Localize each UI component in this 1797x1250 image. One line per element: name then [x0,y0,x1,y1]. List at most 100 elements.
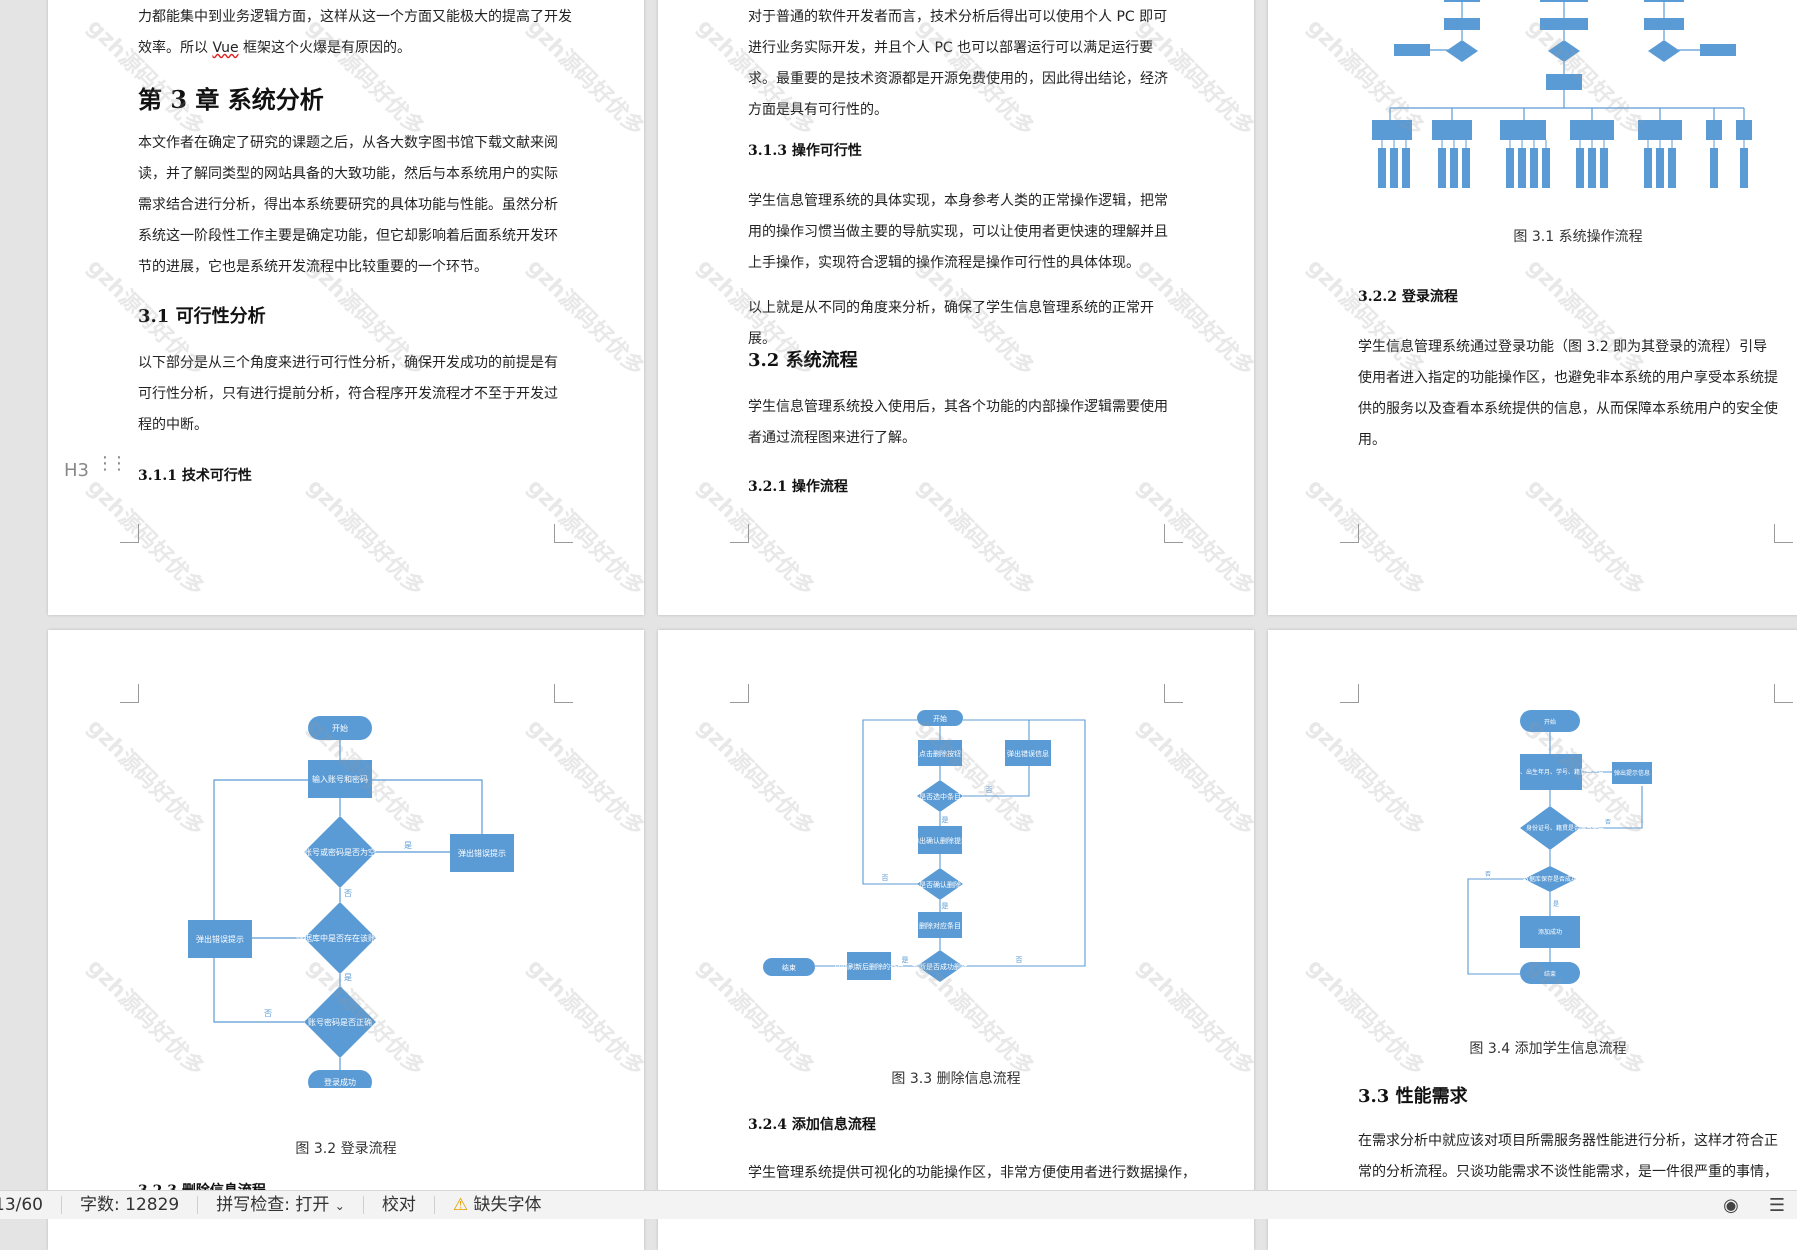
margin-corner-mark [120,684,139,703]
subsection-heading: 3.2.4 添加信息流程 [748,1117,876,1133]
end-node: 结束 [782,963,796,972]
branch-label: 否 [264,1009,272,1018]
process-node: 删除对应条目 [919,921,961,930]
margin-corner-mark [1340,684,1359,703]
branch-label: 是 [1553,901,1559,908]
decision-node: 数据库中是否存在该账号 [296,933,384,943]
process-node: 添加成功 [1538,928,1562,936]
page-view-icon[interactable]: ☰ [1757,1195,1797,1216]
margin-corner-mark [554,684,573,703]
decision-node: 账号密码是否正确 [308,1017,372,1027]
decision-node: 账号或密码是否为空 [304,847,376,857]
subsection-heading: 3.2.1 操作流程 [748,479,848,495]
paragraph: 对于普通的软件开发者而言，技术分析后得出可以使用个人 PC 即可进行业务实际开发… [748,9,1168,118]
intro-text: 力都能集中到业务逻辑方面，这样从这一个方面又能极大的提高了开发 效率。所以 Vu… [138,9,572,56]
system-operation-flowchart [1372,0,1752,188]
tree-leaf-node [1644,148,1652,188]
process-node: 页面刷新后删除的条目 [834,962,904,971]
tree-leaf-node [1588,148,1596,188]
tree-leaf-node [1530,148,1538,188]
heading-level-marker[interactable]: H3 [64,460,89,481]
branch-label: 否 [344,889,352,898]
margin-corner-mark [1164,684,1183,703]
branch-label: 是 [404,841,412,850]
error-node: 弹出错误提示 [196,934,244,944]
figure-caption: 图 3.2 登录流程 [295,1141,397,1157]
tree-leaf-node [1542,148,1550,188]
decision-node: 是否选中条目 [919,792,961,801]
tree-leaf-node [1668,148,1676,188]
input-node: 输入姓名、出生年月、学号、籍贯等信息 [1496,768,1604,776]
section-heading: 3.1 可行性分析 [138,306,266,327]
margin-corner-mark [554,524,573,543]
document-page-5: 开始 点击删除按钮 弹出错误信息 是否选中条目 弹出确认删除提示 是否确认删除 … [658,630,1254,1250]
error-node: 弹出提示信息 [1614,769,1650,777]
spell-check-toggle[interactable]: 拼写检查: 打开 ⌄ [198,1196,364,1214]
branch-label: 是 [344,973,352,982]
tree-leaf-node [1506,148,1514,188]
end-node: 结束 [1544,970,1556,978]
process-node: 点击删除按钮 [919,749,961,758]
start-node: 开始 [933,714,947,723]
section-heading: 3.2 系统流程 [748,350,858,371]
margin-corner-mark [1164,524,1183,543]
tree-leaf-node [1656,148,1664,188]
tree-leaf-node [1462,148,1470,188]
login-flowchart: 开始 输入账号和密码 账号或密码是否为空 弹出错误提示 数据库中是否存在该账号 … [188,716,514,1088]
start-node: 开始 [1544,718,1556,726]
document-page-1: 力都能集中到业务逻辑方面，这样从这一个方面又能极大的提高了开发 效率。所以 Vu… [48,0,644,615]
margin-corner-mark [120,524,139,543]
subsection-heading: 3.1.1 技术可行性 [138,468,252,484]
spell-error-word[interactable]: Vue [212,40,238,56]
branch-label: 否 [882,874,889,882]
tree-leaf-node [1438,148,1446,188]
chapter-title: 第 3 章 系统分析 [138,85,324,114]
document-page-2: 对于普通的软件开发者而言，技术分析后得出可以使用个人 PC 即可进行业务实际开发… [658,0,1254,615]
figure-caption: 图 3.4 添加学生信息流程 [1469,1041,1627,1057]
eye-icon[interactable]: ◉ [1705,1195,1757,1216]
paragraph: 本文作者在确定了研究的课题之后，从各大数字图书馆下载文献来阅读，并了解同类型的网… [138,135,558,275]
document-page-3: 图 3.1 系统操作流程 3.2.2 登录流程 学生信息管理系统通过登录功能（图… [1268,0,1797,615]
paragraph: 学生信息管理系统通过登录功能（图 3.2 即为其登录的流程）引导使用者进入指定的… [1358,339,1778,448]
tree-leaf-node [1740,148,1748,188]
branch-label: 否 [986,786,993,794]
document-page-6: 开始 输入姓名、出生年月、学号、籍贯等信息 弹出提示信息 判断姓名、身份证号、籍… [1268,630,1797,1250]
figure-caption: 图 3.3 删除信息流程 [891,1071,1021,1087]
add-student-flowchart: 开始 输入姓名、出生年月、学号、籍贯等信息 弹出提示信息 判断姓名、身份证号、籍… [1467,710,1652,984]
margin-corner-mark [730,684,749,703]
proofread-button[interactable]: 校对 [364,1196,435,1214]
tree-leaf-node [1402,148,1410,188]
paragraph: 学生信息管理系统的具体实现，本身参考人类的正常操作逻辑，把常用的操作习惯当做主要… [748,193,1168,271]
tree-leaf-node [1600,148,1608,188]
section-heading: 3.3 性能需求 [1358,1086,1468,1107]
missing-font-warning[interactable]: ⚠ 缺失字体 [435,1196,560,1214]
subsection-heading: 3.2.2 登录流程 [1358,289,1458,305]
margin-corner-mark [1340,524,1359,543]
input-node: 输入账号和密码 [312,774,368,784]
tree-leaf-node [1576,148,1584,188]
tree-leaf-node [1390,148,1398,188]
decision-node: 判断姓名、身份证号、籍贯是否填写完整 [1496,824,1604,832]
start-node: 开始 [332,723,348,733]
paragraph: 学生管理系统提供可视化的功能操作区，非常方便使用者进行数据操作， [748,1165,1196,1181]
word-count[interactable]: 字数: 12829 [62,1196,199,1214]
branch-label: 否 [1016,956,1023,964]
drag-handle-icon[interactable]: ⋮⋮ [96,455,128,473]
margin-corner-mark [1774,524,1793,543]
chevron-down-icon: ⌄ [334,1199,345,1213]
branch-label: 是 [902,956,909,964]
paragraph: 学生信息管理系统投入使用后，其各个功能的内部操作逻辑需要使用者通过流程图来进行了… [748,399,1168,446]
margin-corner-mark [730,524,749,543]
error-node: 弹出错误提示 [458,848,506,858]
branch-label: 是 [942,816,949,824]
decision-node: 判断是否成功删除 [912,962,968,971]
tree-leaf-node [1710,148,1718,188]
status-bar: 13/60 字数: 12829 拼写检查: 打开 ⌄ 校对 ⚠ 缺失字体 ◉ ☰ [0,1190,1797,1219]
branch-label: 是 [942,902,949,910]
margin-corner-mark [1774,684,1793,703]
process-node: 弹出确认删除提示 [912,836,968,845]
decision-node: 是否确认删除 [919,880,961,889]
page-counter[interactable]: 13/60 [0,1196,62,1214]
tree-leaf-node [1378,148,1386,188]
branch-label: 否 [1485,871,1491,878]
